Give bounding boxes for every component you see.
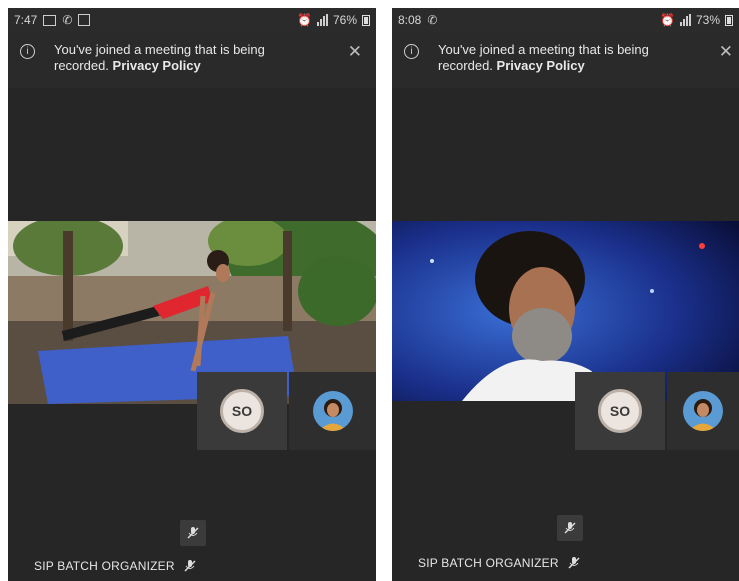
status-bar: 8:08 ✆ ⏰ 73% [392,8,739,32]
privacy-policy-link[interactable]: Privacy Policy [113,58,201,73]
participant-tile-so[interactable]: SO [575,372,665,450]
alarm-icon: ⏰ [297,13,312,27]
status-time: 7:47 [14,13,38,27]
info-icon: i [20,44,35,59]
phone-icon: ✆ [62,13,73,27]
status-time: 8:08 [398,13,422,27]
image-icon [43,14,57,26]
participant-tile-self[interactable] [667,372,739,450]
right-phone-screen: 8:08 ✆ ⏰ 73% i You've joined a meeting t… [392,8,739,581]
close-icon[interactable]: ✕ [719,42,733,62]
close-icon[interactable]: ✕ [348,42,362,62]
info-icon: i [404,44,419,59]
alarm-icon: ⏰ [660,13,675,27]
phone-icon: ✆ [427,13,438,27]
participant-tile-self[interactable] [289,372,376,450]
mute-toggle-button[interactable] [557,515,583,541]
mute-toggle-button[interactable] [180,520,206,546]
privacy-policy-link[interactable]: Privacy Policy [497,58,585,73]
initials-avatar: SO [220,389,264,433]
battery-percent: 73% [695,13,720,27]
left-phone-screen: 7:47 ✆ ⏰ 76% i You've joined a meeting t… [8,8,376,581]
mic-off-icon [564,522,576,534]
participant-name: SIP BATCH ORGANIZER [418,556,559,570]
battery-icon [362,14,370,26]
status-bar: 7:47 ✆ ⏰ 76% [8,8,376,32]
signal-icon [316,14,328,26]
mic-off-icon [187,527,199,539]
recording-banner: i You've joined a meeting that is being … [8,32,376,88]
avatar [312,391,353,431]
signal-icon [679,14,691,26]
mic-off-icon [568,557,580,569]
recording-banner: i You've joined a meeting that is being … [392,32,739,88]
notification-icon [78,14,91,26]
battery-icon [725,14,733,26]
participant-tile-so[interactable]: SO [197,372,287,450]
mic-off-icon [184,560,196,572]
participant-name-row: SIP BATCH ORGANIZER [418,556,581,570]
initials-avatar: SO [598,389,642,433]
participant-name: SIP BATCH ORGANIZER [34,559,175,573]
battery-percent: 76% [332,13,357,27]
avatar [683,391,723,431]
participant-name-row: SIP BATCH ORGANIZER [34,559,197,573]
